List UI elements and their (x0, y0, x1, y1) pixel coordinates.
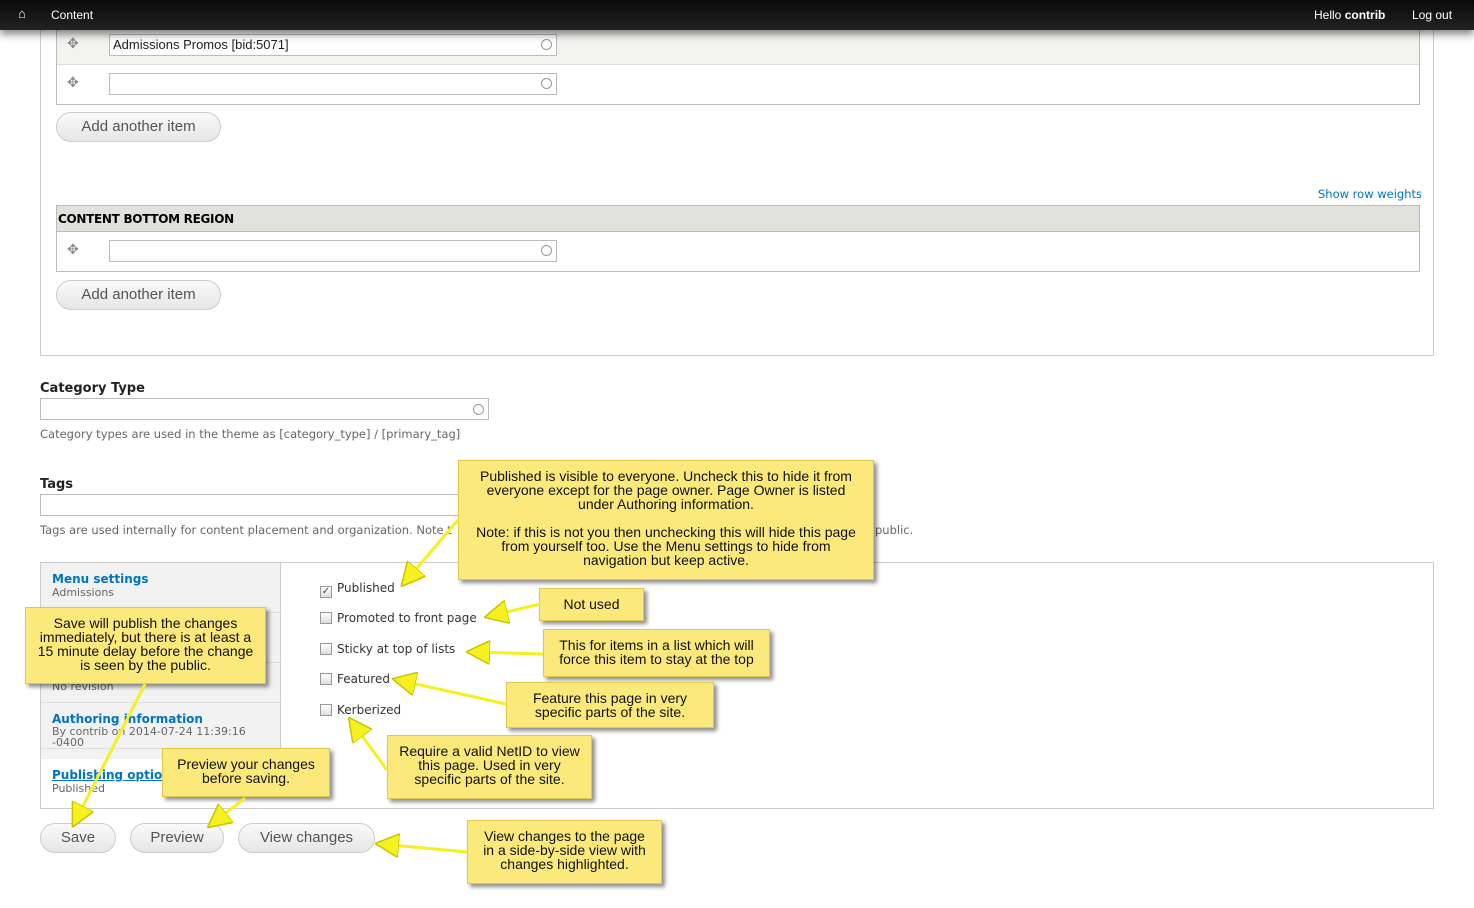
home-icon[interactable]: ⌂ (18, 6, 26, 21)
checkbox-label: Sticky at top of lists (337, 642, 456, 656)
top-region-table: ✥ Admissions Promos [bid:5071] ✥ (56, 25, 1420, 105)
callout-view-changes: View changes to the page in a side-by-si… (467, 820, 662, 884)
callout-preview: Preview your changes before saving. (162, 748, 330, 797)
show-row-weights-link[interactable]: Show row weights (1318, 187, 1422, 201)
callout-featured: Feature this page in very specific parts… (506, 682, 714, 728)
block-autocomplete-input[interactable] (109, 240, 557, 262)
tab-summary: Admissions (52, 586, 115, 599)
callout-sticky: This for items in a list which will forc… (543, 629, 770, 677)
tab-title: Authoring information (52, 712, 203, 726)
save-button[interactable]: Save (40, 823, 116, 853)
block-autocomplete-input[interactable]: Admissions Promos [bid:5071] (109, 34, 557, 56)
category-type-input[interactable] (40, 398, 489, 420)
add-another-item-button[interactable]: Add another item (56, 112, 221, 142)
arrow-view-changes (381, 844, 468, 852)
callout-kerberized: Require a valid NetID to view this page.… (387, 735, 592, 799)
add-another-item-button[interactable]: Add another item (56, 280, 221, 310)
sticky-checkbox[interactable]: Sticky at top of lists (320, 642, 455, 656)
table-row: ✥ (57, 232, 1419, 271)
user-greeting: Hello contrib (1314, 8, 1385, 22)
promoted-checkbox[interactable]: Promoted to front page (320, 611, 477, 625)
tags-description: Tags are used internally for content pla… (40, 523, 452, 537)
vertical-tab-authoring-information[interactable]: Authoring information By contrib on 2014-… (41, 703, 281, 749)
published-checkbox[interactable]: ✓ Published (320, 581, 395, 598)
vertical-tab-menu-settings[interactable]: Menu settings Admissions (41, 563, 281, 613)
kerberized-checkbox[interactable]: Kerberized (320, 703, 401, 717)
tags-label: Tags (40, 477, 74, 492)
view-changes-button[interactable]: View changes (238, 823, 375, 853)
autocomplete-throbber-icon (541, 78, 552, 89)
table-row: ✥ Admissions Promos [bid:5071] (57, 26, 1419, 65)
checkbox-label: Promoted to front page (337, 611, 477, 625)
tab-summary: By contrib on 2014-07-24 11:39:16 -0400 (52, 725, 246, 749)
block-autocomplete-input[interactable] (109, 73, 557, 95)
autocomplete-throbber-icon (473, 404, 484, 415)
bottom-region-table: ✥ (56, 232, 1420, 272)
tags-input[interactable] (40, 494, 500, 516)
input-value: Admissions Promos [bid:5071] (113, 37, 289, 52)
hello-text: Hello (1314, 8, 1342, 22)
tab-title: Menu settings (52, 572, 149, 586)
checkbox-icon[interactable] (320, 673, 332, 685)
checkbox-icon[interactable] (320, 612, 332, 624)
category-type-label: Category Type (40, 381, 145, 396)
callout-save: Save will publish the changes immediatel… (25, 607, 266, 684)
tags-description-end: public. (875, 523, 914, 537)
callout-not-used: Not used (539, 588, 644, 621)
table-row: ✥ (57, 65, 1419, 104)
region-header: CONTENT BOTTOM REGION (56, 205, 1420, 232)
checkbox-label: Published (337, 581, 395, 595)
checkbox-icon[interactable] (320, 704, 332, 716)
checkbox-label: Kerberized (337, 703, 402, 717)
username-link[interactable]: contrib (1345, 8, 1386, 22)
logout-link[interactable]: Log out (1412, 8, 1452, 22)
content-link[interactable]: Content (51, 8, 93, 22)
preview-button[interactable]: Preview (130, 823, 224, 853)
drag-handle-icon[interactable]: ✥ (67, 75, 79, 91)
autocomplete-throbber-icon (541, 245, 552, 256)
autocomplete-throbber-icon (541, 39, 552, 50)
toolbar: ⌂ Content Hello contrib Log out (0, 0, 1474, 30)
drag-handle-icon[interactable]: ✥ (67, 242, 79, 258)
featured-checkbox[interactable]: Featured (320, 672, 390, 686)
checkbox-label: Featured (337, 672, 390, 686)
drag-handle-icon[interactable]: ✥ (67, 36, 79, 52)
checkbox-checked-icon[interactable]: ✓ (320, 586, 332, 598)
category-type-description: Category types are used in the theme as … (40, 427, 461, 441)
callout-published: Published is visible to everyone. Unchec… (458, 460, 874, 580)
checkbox-icon[interactable] (320, 643, 332, 655)
